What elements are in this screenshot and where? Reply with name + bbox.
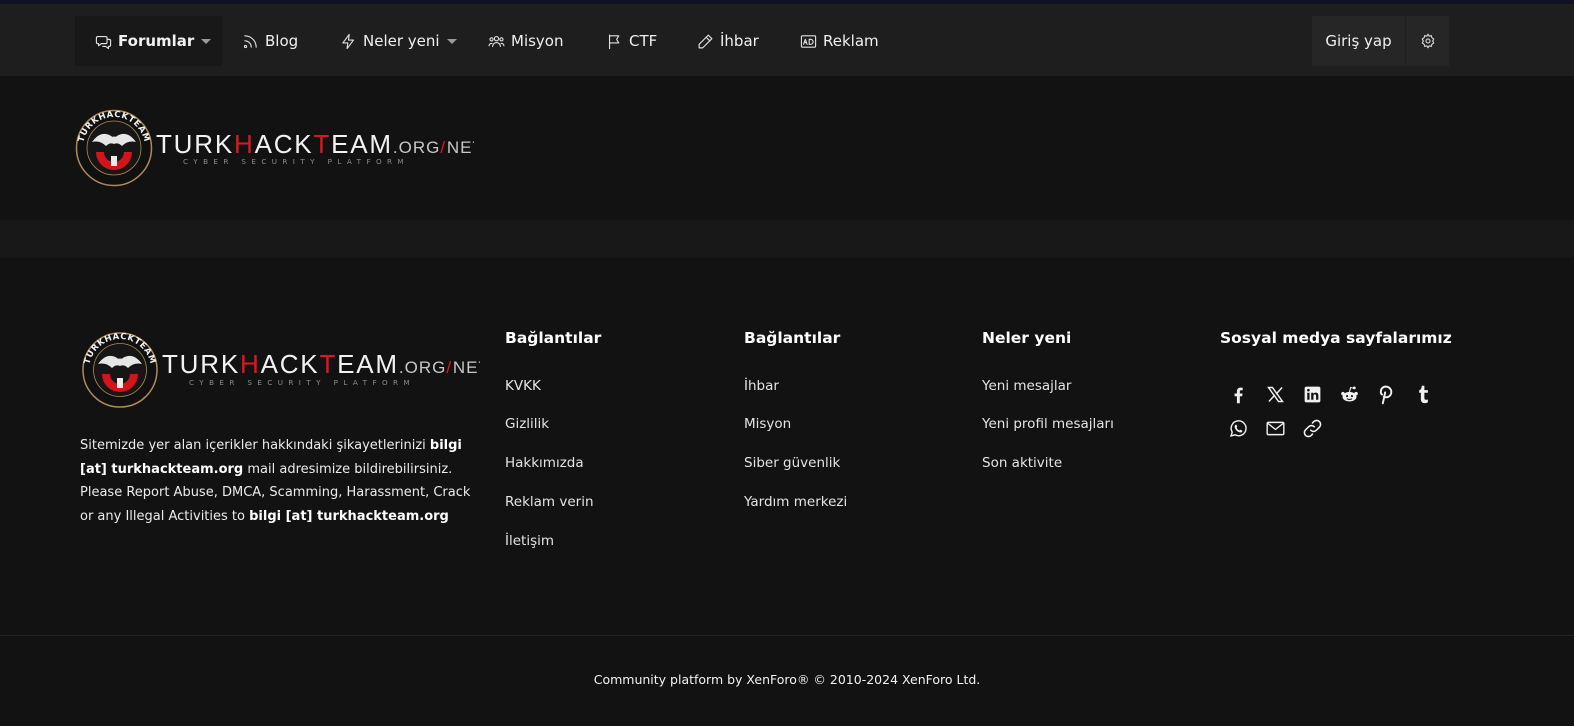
footer-col-title: Neler yeni <box>982 329 1072 347</box>
footer-link-reklam-verin[interactable]: Reklam verin <box>505 494 594 510</box>
footer-link-son-aktivite[interactable]: Son aktivite <box>982 455 1062 471</box>
logo-wordmark: TURKHACKTEAM.ORG/NET <box>162 349 480 379</box>
whatsapp-link[interactable] <box>1226 416 1250 440</box>
x-link[interactable] <box>1263 382 1287 406</box>
neler-yeni-dropdown-toggle[interactable] <box>438 16 466 66</box>
nav-label: Neler yeni <box>363 32 440 50</box>
link-icon <box>1303 419 1321 437</box>
linkedin-link[interactable] <box>1300 382 1324 406</box>
tumblr-icon <box>1418 385 1428 403</box>
rss-icon <box>243 34 257 48</box>
footer-link-iletisim[interactable]: İletişim <box>505 533 554 549</box>
footer-link-kvkk[interactable]: KVKK <box>505 378 541 394</box>
login-button[interactable]: Giriş yap <box>1312 16 1405 66</box>
footer-col-title: Bağlantılar <box>505 329 602 347</box>
logo-badge: TURKHACKTEAM <box>75 109 153 187</box>
footer-link-gizlilik[interactable]: Gizlilik <box>505 416 549 432</box>
nav-blog[interactable]: Blog <box>242 16 298 66</box>
logo-badge: TURKHACKTEAM <box>82 332 158 408</box>
pinterest-link[interactable] <box>1374 382 1398 406</box>
nav-label: Forumlar <box>118 32 195 50</box>
gear-icon <box>1421 33 1434 49</box>
breadcrumb-band <box>0 220 1574 258</box>
nav-neler-yeni[interactable]: Neler yeni <box>340 16 440 66</box>
ad-icon <box>800 34 817 48</box>
nav-ihbar[interactable]: İhbar <box>697 16 759 66</box>
chevron-down-icon <box>447 38 457 44</box>
nav-label: Blog <box>265 32 299 50</box>
footer-link-siber-guvenlik[interactable]: Siber güvenlik <box>744 455 840 471</box>
footer-description: Sitemizde yer alan içerikler hakkındaki … <box>80 434 472 528</box>
footer-link-yeni-profil-mesajlari[interactable]: Yeni profil mesajları <box>982 416 1114 432</box>
desc-email: bilgi [at] turkhackteam.org <box>249 508 449 524</box>
logo-tagline: CYBER SECURITY PLATFORM <box>189 378 415 387</box>
login-label: Giriş yap <box>1325 32 1392 50</box>
social-title: Sosyal medya sayfalarımız <box>1220 329 1452 347</box>
whatsapp-icon <box>1229 419 1247 437</box>
desc-text: Sitemizde yer alan içerikler hakkındaki … <box>80 438 430 453</box>
footer-col-title: Bağlantılar <box>744 329 841 347</box>
main-navbar: Forumlar Blog Neler yeni Misyon CTF İhba… <box>0 4 1574 76</box>
nav-label: CTF <box>629 32 658 50</box>
style-settings-button[interactable] <box>1406 16 1449 66</box>
nav-misyon[interactable]: Misyon <box>488 16 564 66</box>
email-link[interactable] <box>1263 416 1287 440</box>
footer-link-hakkimizda[interactable]: Hakkımızda <box>505 455 584 471</box>
copyright-text[interactable]: Community platform by XenForo® © 2010-20… <box>0 672 1574 687</box>
pencil-icon <box>698 34 713 48</box>
footer-link-misyon[interactable]: Misyon <box>744 416 791 432</box>
x-icon <box>1266 386 1284 402</box>
copy-link-button[interactable] <box>1300 416 1324 440</box>
logo-wordmark: TURKHACKTEAM.ORG/NET <box>156 129 474 159</box>
chat-icon <box>95 35 112 49</box>
footer-divider <box>0 635 1574 636</box>
nav-label: Misyon <box>511 32 564 50</box>
email-icon <box>1265 421 1285 435</box>
facebook-icon <box>1234 387 1243 403</box>
nav-reklam[interactable]: Reklam <box>800 16 879 66</box>
logo-tagline: CYBER SECURITY PLATFORM <box>183 157 409 166</box>
footer-link-yeni-mesajlar[interactable]: Yeni mesajlar <box>982 378 1071 394</box>
site-logo[interactable]: TURKHACKTEAM TURKHACKTEAM.ORG/NET CYBER … <box>74 108 474 188</box>
pinterest-icon <box>1379 385 1392 404</box>
flag-icon <box>608 34 620 49</box>
forumlar-dropdown-toggle[interactable] <box>192 16 220 66</box>
tumblr-link[interactable] <box>1411 382 1435 406</box>
reddit-icon <box>1340 386 1358 401</box>
bolt-icon <box>342 33 355 49</box>
footer-link-yardim-merkezi[interactable]: Yardım merkezi <box>744 494 847 510</box>
linkedin-icon <box>1304 386 1320 402</box>
nav-ctf[interactable]: CTF <box>606 16 657 66</box>
facebook-link[interactable] <box>1226 382 1250 406</box>
footer-link-ihbar[interactable]: İhbar <box>744 378 779 394</box>
users-icon <box>488 35 505 47</box>
nav-label: İhbar <box>720 32 759 50</box>
footer-logo[interactable]: TURKHACKTEAM TURKHACKTEAM.ORG/NET CYBER … <box>80 332 480 412</box>
nav-label: Reklam <box>823 32 879 50</box>
chevron-down-icon <box>201 38 211 44</box>
reddit-link[interactable] <box>1337 382 1361 406</box>
